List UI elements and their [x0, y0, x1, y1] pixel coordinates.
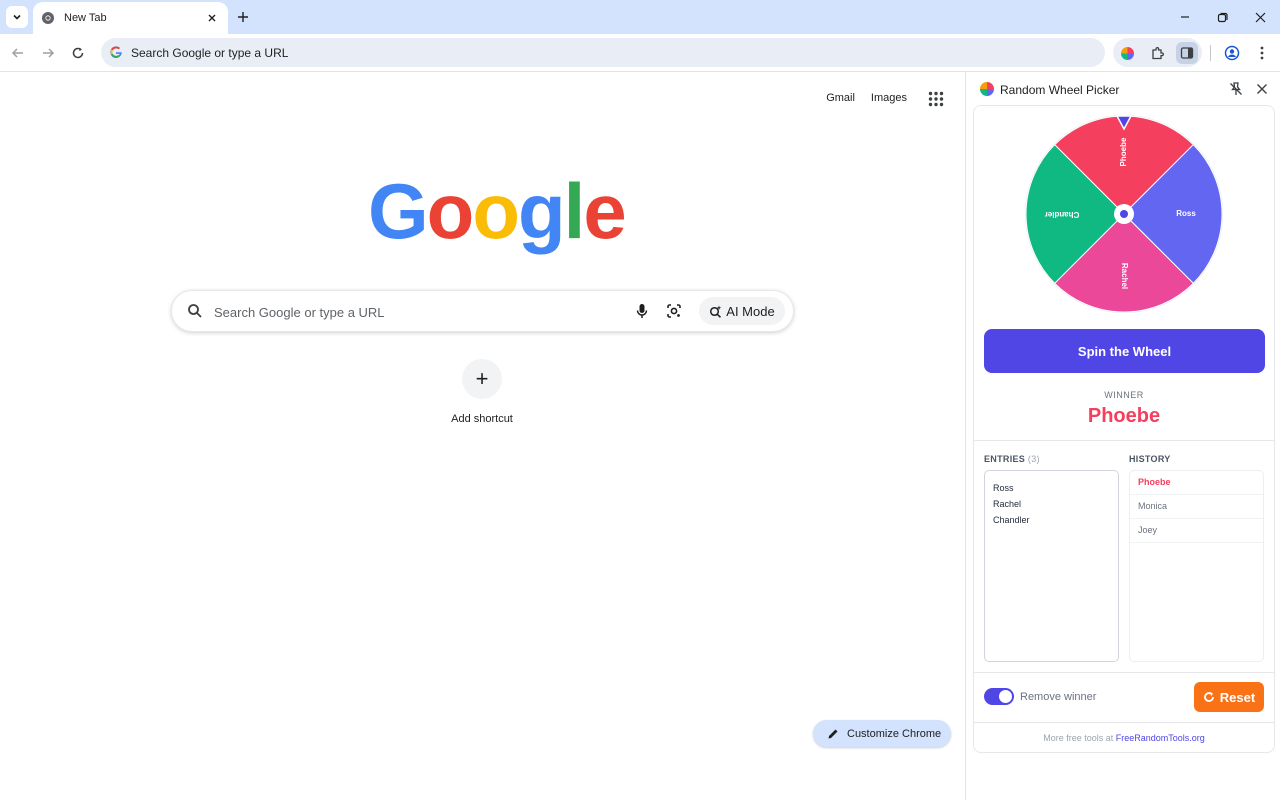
divider: [974, 722, 1274, 723]
close-panel-icon[interactable]: [1254, 81, 1270, 97]
top-links: Gmail Images: [826, 92, 907, 104]
forward-icon[interactable]: [38, 43, 58, 63]
history-header: HISTORY: [1129, 454, 1171, 464]
plus-icon[interactable]: [234, 8, 252, 26]
remove-winner-label: Remove winner: [1020, 691, 1097, 703]
browser-toolbar: Search Google or type a URL: [0, 34, 1280, 72]
reload-icon[interactable]: [68, 43, 88, 63]
customize-chrome-button[interactable]: Customize Chrome: [813, 720, 951, 747]
extension-group: [1113, 38, 1202, 67]
side-panel: Random Wheel Picker Phoebe Ross Rachel Chan…: [965, 72, 1280, 800]
history-item: Joey: [1130, 519, 1263, 543]
winner-label: WINNER: [1104, 390, 1144, 400]
chrome-icon: [41, 11, 55, 25]
entry-item: Chandler: [993, 515, 1030, 525]
search-icon: [188, 304, 202, 318]
tab-strip: New Tab: [0, 0, 1280, 34]
entries-count: (3): [1027, 454, 1040, 464]
entries-label: ENTRIES: [984, 454, 1026, 464]
wheel-card: Phoebe Ross Rachel Chandler Spin the Wheel …: [973, 105, 1275, 753]
close-window-icon[interactable]: [1251, 8, 1269, 26]
images-link[interactable]: Images: [871, 92, 907, 104]
puzzle-icon[interactable]: [1146, 42, 1168, 64]
unpin-icon[interactable]: [1228, 81, 1244, 97]
toggle-knob: [999, 690, 1012, 703]
restore-icon[interactable]: [1213, 8, 1231, 26]
tab-search-button[interactable]: [6, 6, 28, 28]
logo-letter: g: [517, 167, 566, 255]
footer: More free tools at FreeRandomTools.org: [974, 733, 1274, 743]
google-g-icon: [110, 46, 122, 58]
profile-icon[interactable]: [1222, 43, 1242, 63]
minimize-icon[interactable]: [1176, 8, 1194, 26]
reset-label: Reset: [1219, 689, 1256, 705]
pencil-icon: [828, 729, 838, 738]
customize-label: Customize Chrome: [847, 727, 942, 740]
back-icon[interactable]: [8, 43, 28, 63]
kebab-menu-icon[interactable]: [1252, 43, 1272, 63]
toolbar-separator: [1210, 45, 1211, 61]
wheel-segment-label: Phoebe: [1119, 137, 1128, 166]
omnibox-text: Search Google or type a URL: [131, 45, 289, 60]
entry-item: Ross: [993, 483, 1014, 493]
tab-title: New Tab: [64, 12, 107, 24]
plus-glyph: +: [475, 366, 489, 391]
microphone-icon[interactable]: [633, 302, 651, 320]
google-search-box[interactable]: Search Google or type a URL AI Mode: [171, 290, 794, 332]
add-shortcut-plus-icon: +: [462, 359, 502, 399]
footer-text: More free tools at: [1043, 733, 1114, 743]
ai-sparkle-search-icon: [710, 305, 722, 318]
entry-item: Rachel: [993, 499, 1022, 509]
divider: [974, 440, 1274, 441]
wheel-app-icon: [980, 82, 994, 96]
gmail-link[interactable]: Gmail: [826, 92, 855, 104]
history-list: Phoebe Monica Joey: [1129, 470, 1264, 662]
add-shortcut[interactable]: + Add shortcut: [442, 359, 522, 425]
winner-name: Phoebe: [1087, 405, 1161, 427]
spin-button[interactable]: Spin the Wheel: [984, 329, 1265, 373]
refresh-icon: [1203, 692, 1214, 702]
omnibox[interactable]: Search Google or type a URL: [101, 38, 1105, 67]
ai-mode-label: AI Mode: [726, 303, 775, 319]
add-shortcut-label: Add shortcut: [451, 413, 513, 425]
history-item: Phoebe: [1130, 471, 1263, 495]
google-lens-icon[interactable]: [665, 302, 683, 320]
side-panel-icon[interactable]: [1176, 42, 1198, 64]
search-placeholder: Search Google or type a URL: [214, 305, 385, 320]
logo-letter: o: [472, 167, 520, 255]
wheel-extension-icon[interactable]: [1116, 42, 1138, 64]
google-apps-icon[interactable]: [928, 91, 944, 107]
remove-winner-toggle[interactable]: [984, 688, 1014, 705]
wheel-segment-label: Chandler: [1045, 210, 1080, 219]
divider: [974, 672, 1274, 673]
footer-link[interactable]: FreeRandomTools.org: [1116, 733, 1205, 743]
wheel-segment-label: Rachel: [1120, 263, 1129, 289]
entries-textarea[interactable]: Ross Rachel Chandler: [984, 470, 1119, 662]
close-icon[interactable]: [204, 10, 220, 26]
spin-wheel[interactable]: Phoebe Ross Rachel Chandler: [1024, 114, 1224, 314]
new-tab-page: Gmail Images Google Search Google or typ…: [0, 72, 965, 800]
logo-letter: o: [426, 167, 475, 255]
chevron-down-icon: [13, 14, 21, 20]
wheel-hub-dot: [1120, 210, 1128, 218]
side-panel-title: Random Wheel Picker: [1000, 83, 1120, 97]
google-logo: Google: [368, 172, 627, 250]
logo-letter: l: [563, 167, 586, 255]
reset-button[interactable]: Reset: [1194, 682, 1264, 712]
ai-mode-button[interactable]: AI Mode: [699, 297, 785, 325]
side-panel-header: Random Wheel Picker: [966, 72, 1280, 106]
history-item: Monica: [1130, 495, 1263, 519]
logo-letter: e: [583, 167, 626, 255]
entries-header: ENTRIES (3): [984, 454, 1040, 464]
logo-letter: G: [368, 167, 429, 255]
tab-new-tab[interactable]: New Tab: [33, 2, 228, 34]
wheel-segment-label: Ross: [1176, 209, 1196, 218]
